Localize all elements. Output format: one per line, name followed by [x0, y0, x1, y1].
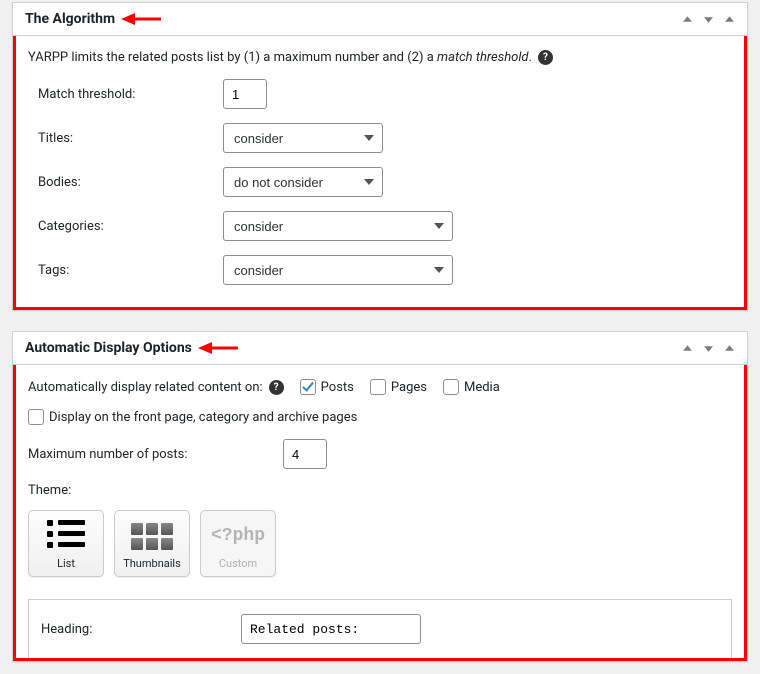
label-theme: Theme: [28, 483, 732, 498]
theme-card-thumbnails[interactable]: Thumbnails [114, 510, 190, 577]
label-match-threshold: Match threshold: [28, 87, 223, 102]
panel-move-up-icon[interactable] [682, 343, 693, 354]
intro-prefix: YARPP limits the related posts list by (… [28, 50, 437, 65]
panel-move-down-icon[interactable] [703, 14, 714, 25]
intro-suffix: . [529, 50, 532, 65]
panel-title: Automatic Display Options [25, 340, 192, 356]
annotation-arrow-icon [198, 340, 238, 356]
panel-body: YARPP limits the related posts list by (… [13, 36, 747, 310]
label-heading: Heading: [41, 622, 241, 637]
heading-subpanel: Heading: [28, 599, 732, 658]
label-max-posts: Maximum number of posts: [28, 447, 283, 462]
panel-body: Automatically display related content on… [13, 365, 747, 661]
theme-card-list[interactable]: List [28, 510, 104, 577]
row-auto-display: Automatically display related content on… [28, 379, 732, 395]
checkbox-media-wrap[interactable]: Media [443, 379, 500, 395]
panel-algorithm: The Algorithm YARPP limits the related p… [12, 2, 748, 311]
list-icon [33, 519, 99, 553]
label-tags: Tags: [28, 263, 223, 278]
row-tags: Tags: consider [28, 255, 732, 285]
label-titles: Titles: [28, 131, 223, 146]
checkbox-frontpage-wrap[interactable]: Display on the front page, category and … [28, 409, 357, 425]
panel-toggle-icon[interactable] [724, 14, 735, 25]
select-titles[interactable]: consider [223, 123, 383, 153]
theme-card-caption: Custom [205, 557, 271, 570]
annotation-arrow-icon [121, 11, 161, 27]
select-bodies[interactable]: do not consider [223, 167, 383, 197]
label-auto-display: Automatically display related content on… [28, 380, 263, 395]
theme-card-caption: List [33, 557, 99, 570]
help-icon[interactable]: ? [538, 50, 553, 65]
panel-controls [682, 14, 735, 25]
panel-toggle-icon[interactable] [724, 343, 735, 354]
panel-display-options: Automatic Display Options Automatically … [12, 331, 748, 662]
thumbnails-icon [119, 519, 185, 553]
checkbox-pages[interactable] [370, 379, 386, 395]
intro-text: YARPP limits the related posts list by (… [28, 50, 732, 65]
panel-title: The Algorithm [25, 11, 115, 27]
checkbox-media[interactable] [443, 379, 459, 395]
input-match-threshold[interactable] [223, 79, 267, 109]
row-match-threshold: Match threshold: [28, 79, 732, 109]
checkbox-posts[interactable] [300, 379, 316, 395]
row-categories: Categories: consider [28, 211, 732, 241]
input-heading[interactable] [241, 614, 421, 644]
input-max-posts[interactable] [283, 439, 327, 469]
panel-header: Automatic Display Options [13, 332, 747, 365]
theme-card-caption: Thumbnails [119, 557, 185, 570]
panel-controls [682, 343, 735, 354]
intro-em: match threshold [437, 50, 529, 65]
row-titles: Titles: consider [28, 123, 732, 153]
php-icon: <?php [205, 519, 271, 553]
checkbox-media-label: Media [464, 380, 500, 395]
panel-header: The Algorithm [13, 3, 747, 36]
help-icon[interactable]: ? [269, 380, 284, 395]
row-max-posts: Maximum number of posts: [28, 439, 732, 469]
panel-move-down-icon[interactable] [703, 343, 714, 354]
checkbox-frontpage[interactable] [28, 409, 44, 425]
checkbox-pages-wrap[interactable]: Pages [370, 379, 427, 395]
checkbox-frontpage-label: Display on the front page, category and … [49, 410, 357, 425]
select-categories[interactable]: consider [223, 211, 453, 241]
panel-move-up-icon[interactable] [682, 14, 693, 25]
label-bodies: Bodies: [28, 175, 223, 190]
checkbox-posts-label: Posts [321, 380, 354, 395]
row-bodies: Bodies: do not consider [28, 167, 732, 197]
theme-card-custom[interactable]: <?php Custom [200, 510, 276, 577]
checkbox-posts-wrap[interactable]: Posts [300, 379, 354, 395]
theme-row: List Thumbnails <?php Custom [28, 510, 732, 577]
row-frontpage: Display on the front page, category and … [28, 409, 732, 425]
label-categories: Categories: [28, 219, 223, 234]
select-tags[interactable]: consider [223, 255, 453, 285]
checkbox-pages-label: Pages [391, 380, 427, 395]
